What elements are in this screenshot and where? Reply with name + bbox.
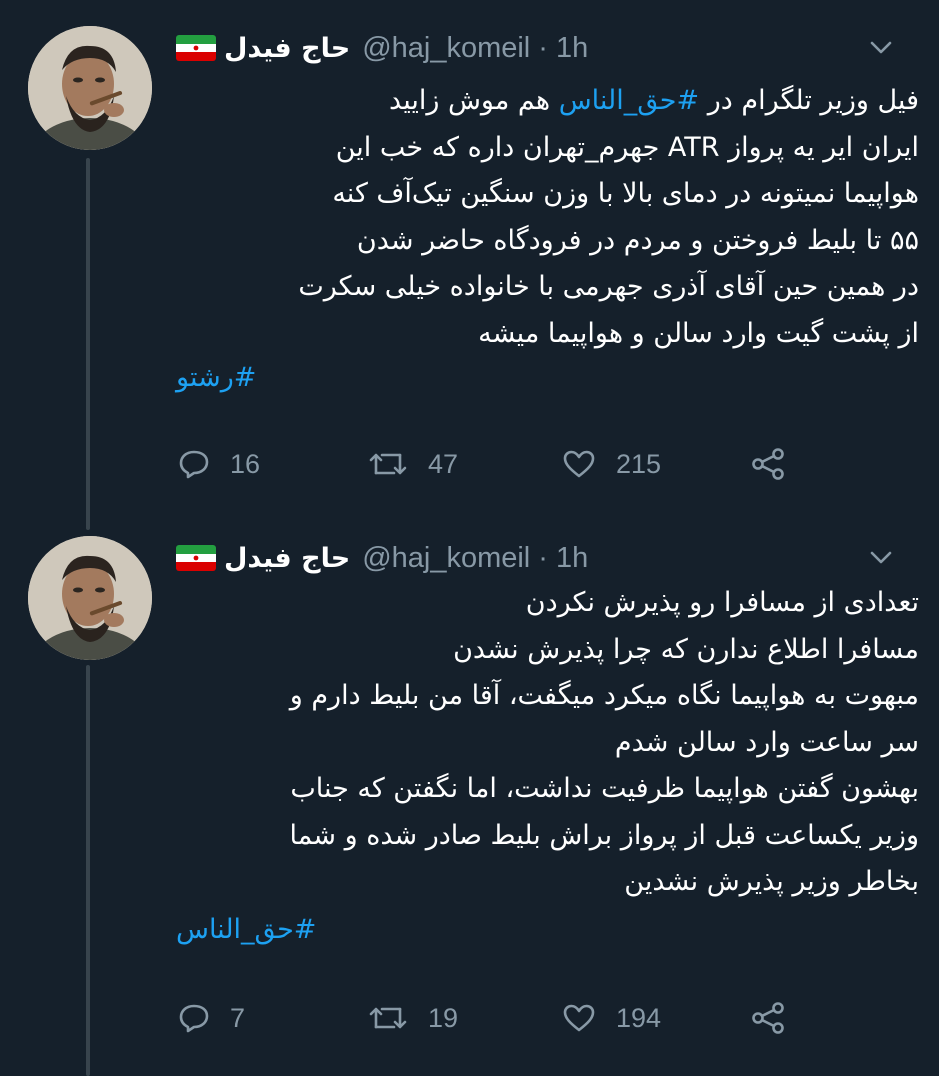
author-handle-time[interactable]: @haj_komeil · 1h — [362, 542, 588, 575]
tweet-line: وزیر یکساعت قبل از پرواز براش بلیط صادر … — [289, 819, 919, 851]
tweet-line: مسافرا اطلاع ندارن که چرا پذیرش نشدن — [453, 633, 919, 665]
tweet-line: تعدادی از مسافرا رو پذیرش نکردن — [525, 587, 919, 618]
tweet-line: از پشت گیت وارد سالن و هواپیما میشه — [478, 317, 919, 349]
retweet-icon — [369, 1007, 407, 1029]
reply-button[interactable]: 7 — [178, 996, 245, 1040]
tweet[interactable]: حاج فیدل @haj_komeil · 1h تعدادی از مساف… — [0, 520, 939, 1076]
like-count: 215 — [616, 448, 662, 479]
hashtag-link[interactable]: #حق_الناس — [176, 914, 316, 945]
tweet-actions: 7 19 194 — [176, 996, 816, 1040]
tweet-line: ۵۵ تا بلیط فروختن و مردم در فرودگاه حاضر… — [356, 224, 919, 256]
heart-icon — [563, 1004, 595, 1032]
reply-count: 16 — [230, 448, 261, 479]
share-button[interactable] — [750, 442, 806, 486]
tweet-line: هواپیما نمیتونه در دمای بالا با وزن سنگی… — [332, 178, 919, 209]
iran-flag-icon — [176, 545, 216, 571]
tweet-line: سر ساعت وارد سالن شدم — [614, 726, 919, 758]
avatar-portrait — [28, 26, 152, 150]
tweet-line: فیل وزیر تلگرام در #حق_الناس هم موش زایی… — [389, 85, 919, 116]
tweet-header: حاج فیدل @haj_komeil · 1h — [176, 536, 919, 580]
hashtag-link[interactable]: #رشتو — [176, 362, 256, 393]
tweet-text: فیل وزیر تلگرام در #حق_الناس هم موش زایی… — [176, 78, 919, 357]
like-button[interactable]: 194 — [562, 996, 661, 1040]
retweet-count: 19 — [428, 1002, 459, 1033]
author-handle-time[interactable]: @haj_komeil · 1h — [362, 32, 588, 65]
share-icon — [752, 448, 784, 480]
avatar[interactable] — [28, 536, 152, 660]
author-name[interactable]: حاج فیدل — [224, 543, 350, 574]
heart-icon — [563, 450, 595, 478]
reply-icon — [179, 450, 209, 479]
retweet-count: 47 — [428, 448, 459, 479]
chevron-down-icon[interactable] — [863, 30, 899, 66]
share-icon — [752, 1002, 784, 1034]
tweet-actions: 16 47 215 — [176, 442, 816, 486]
chevron-down-icon[interactable] — [863, 540, 899, 576]
iran-flag-icon — [176, 35, 216, 61]
like-button[interactable]: 215 — [562, 442, 661, 486]
tweet-line: مبهوت به هواپیما نگاه میکرد میگفت، آقا م… — [289, 680, 919, 711]
tweet-line: در همین حین آقای آذری جهرمی با خانواده خ… — [298, 271, 919, 302]
share-button[interactable] — [750, 996, 806, 1040]
tweet-line: ایران ایر یه پرواز ATR جهرم_تهران داره ک… — [335, 131, 919, 163]
tweet-line: بخاطر وزیر پذیرش نشدین — [624, 866, 919, 897]
tweet-line: بهشون گفتن هواپیما ظرفیت نداشت، اما نگفت… — [290, 773, 919, 804]
reply-icon — [179, 1004, 209, 1033]
tweet-header: حاج فیدل @haj_komeil · 1h — [176, 26, 919, 70]
tweet[interactable]: حاج فیدل @haj_komeil · 1h فیل وزیر تلگرا… — [0, 0, 939, 520]
retweet-icon — [369, 453, 407, 475]
retweet-button[interactable]: 19 — [368, 996, 458, 1040]
reply-count: 7 — [230, 1002, 246, 1033]
reply-button[interactable]: 16 — [178, 442, 260, 486]
avatar[interactable] — [28, 26, 152, 150]
avatar-portrait — [28, 536, 152, 660]
tweet-text: تعدادی از مسافرا رو پذیرش نکردن مسافرا ا… — [176, 580, 919, 906]
like-count: 194 — [616, 1002, 662, 1033]
hashtag-link[interactable]: #حق_الناس — [559, 85, 699, 116]
retweet-button[interactable]: 47 — [368, 442, 458, 486]
author-name[interactable]: حاج فیدل — [224, 33, 350, 64]
